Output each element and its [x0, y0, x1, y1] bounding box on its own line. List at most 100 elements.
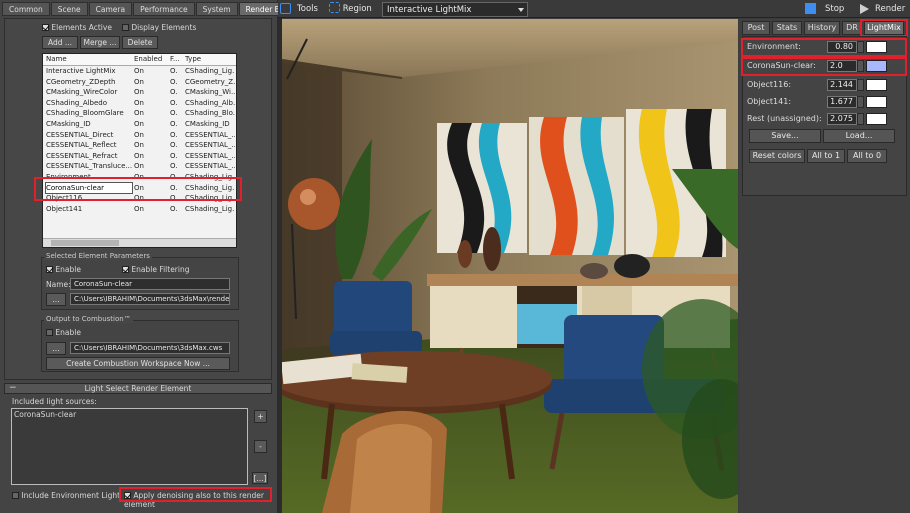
column-header-type[interactable]: Type: [185, 54, 201, 65]
light-select-rollout-header[interactable]: − Light Select Render Element: [4, 383, 272, 394]
cell-filter: O.: [170, 172, 178, 181]
enable-filtering-row[interactable]: Enable Filtering: [122, 265, 190, 274]
tab-history[interactable]: History: [804, 21, 840, 35]
color-swatch-object116[interactable]: [866, 79, 887, 91]
light-intensity-object116[interactable]: 2.144: [827, 79, 857, 91]
tab-performance[interactable]: Performance: [133, 2, 195, 16]
cell-name: CShading_Albedo: [46, 98, 108, 107]
table-row[interactable]: CESSENTIAL_Direct On O. CESSENTIAL_...: [43, 130, 236, 141]
list-rows: Interactive LightMix On O. CShading_Lig... C…: [43, 66, 236, 214]
element-name-input[interactable]: CoronaSun-clear: [70, 278, 230, 290]
cell-name: Environment: [46, 172, 91, 181]
column-header-name[interactable]: Name: [46, 54, 67, 65]
light-intensity-rest[interactable]: 2.075: [827, 113, 857, 125]
add-button[interactable]: Add ...: [42, 36, 78, 49]
tab-system[interactable]: System: [195, 2, 238, 16]
tab-common[interactable]: Common: [2, 2, 50, 16]
tab-post[interactable]: Post: [742, 21, 770, 35]
light-intensity-environment[interactable]: 0.80: [827, 41, 857, 53]
table-row[interactable]: CGeometry_ZDepth On O. CGeometry_Z...: [43, 77, 236, 88]
light-intensity-object141[interactable]: 1.677: [827, 96, 857, 108]
tools-button[interactable]: Tools: [297, 2, 318, 16]
output-path-input[interactable]: C:\Users\IBRAHIM\Documents\3dsMax\render…: [70, 293, 230, 305]
table-row[interactable]: CShading_BloomGlare On O. CShading_Blo...: [43, 108, 236, 119]
color-swatch-environment[interactable]: [866, 41, 887, 53]
color-swatch-coronasun[interactable]: [866, 60, 887, 72]
tab-camera[interactable]: Camera: [88, 2, 133, 16]
render-mode-select[interactable]: Interactive LightMix: [382, 2, 528, 17]
included-sources-list[interactable]: CoronaSun-clear: [11, 408, 248, 485]
save-lightmix-button[interactable]: Save...: [749, 129, 821, 143]
table-row[interactable]: CESSENTIAL_Reflect On O. CESSENTIAL_...: [43, 140, 236, 151]
display-elements-row[interactable]: Display Elements: [122, 23, 196, 32]
browse-combustion-button[interactable]: ...: [46, 342, 66, 355]
all-to-1-button[interactable]: All to 1: [807, 149, 845, 163]
table-row[interactable]: CoronaSun-clear On O. CShading_Lig...: [43, 181, 236, 195]
apply-denoise-row[interactable]: Apply denoising also to this render elem…: [124, 491, 277, 509]
enable-checkbox[interactable]: [46, 266, 53, 273]
pick-lights-button[interactable]: [...]: [252, 472, 268, 484]
combustion-enable-row[interactable]: Enable: [46, 328, 81, 337]
tab-lightmix[interactable]: LightMix: [864, 21, 904, 35]
enable-row[interactable]: Enable: [46, 265, 81, 274]
elements-active-row[interactable]: Elements Active: [42, 23, 112, 32]
browse-output-button[interactable]: ...: [46, 293, 66, 306]
merge-button[interactable]: Merge ...: [80, 36, 120, 49]
spinner-environment[interactable]: [857, 41, 864, 53]
tab-stats[interactable]: Stats: [772, 21, 802, 35]
column-header-filter[interactable]: F...: [170, 54, 180, 65]
combustion-enable-checkbox[interactable]: [46, 329, 53, 336]
enable-filtering-checkbox[interactable]: [122, 266, 129, 273]
elements-active-checkbox[interactable]: [42, 24, 49, 31]
spinner-coronasun[interactable]: [857, 60, 864, 72]
light-label-coronasun: CoronaSun-clear:: [747, 61, 816, 70]
add-light-button[interactable]: +: [254, 410, 267, 423]
color-swatch-object141[interactable]: [866, 96, 887, 108]
display-elements-checkbox[interactable]: [122, 24, 129, 31]
column-header-enabled[interactable]: Enabled: [134, 54, 162, 65]
include-env-row[interactable]: Include Environment Light: [12, 491, 120, 500]
table-row[interactable]: Interactive LightMix On O. CShading_Lig...: [43, 66, 236, 77]
scrollbar-thumb[interactable]: [51, 240, 119, 246]
table-row[interactable]: CShading_Albedo On O. CShading_Alb...: [43, 98, 236, 109]
stop-icon[interactable]: [805, 3, 816, 14]
delete-button[interactable]: Delete: [122, 36, 158, 49]
render-play-icon[interactable]: [860, 4, 869, 14]
include-env-checkbox[interactable]: [12, 492, 19, 499]
spinner-object116[interactable]: [857, 79, 864, 91]
cell-enabled: On: [134, 88, 144, 97]
cell-enabled: On: [134, 172, 144, 181]
table-row[interactable]: CMasking_ID On O. CMasking_ID: [43, 119, 236, 130]
tab-scene[interactable]: Scene: [50, 2, 88, 16]
table-row[interactable]: Object116 On O. CShading_Lig...: [43, 193, 236, 204]
spinner-rest[interactable]: [857, 113, 864, 125]
light-intensity-coronasun[interactable]: 2.0: [827, 60, 857, 72]
table-row[interactable]: Object141 On O. CShading_Lig...: [43, 204, 236, 215]
cell-enabled: On: [134, 162, 144, 171]
table-row[interactable]: CMasking_WireColor On O. CMasking_Wi...: [43, 87, 236, 98]
toolbar-toggle-icon[interactable]: [280, 3, 291, 14]
table-row[interactable]: CESSENTIAL_Transluce... On O. CESSENTIAL_..…: [43, 161, 236, 172]
remove-light-button[interactable]: -: [254, 440, 267, 453]
load-lightmix-button[interactable]: Load...: [823, 129, 895, 143]
tab-dr[interactable]: DR: [842, 21, 862, 35]
enable-filtering-label: Enable Filtering: [131, 265, 190, 274]
cell-type: CMasking_ID: [185, 119, 230, 128]
reset-colors-button[interactable]: Reset colors: [749, 149, 805, 163]
region-button[interactable]: Region: [329, 2, 372, 16]
list-horizontal-scrollbar[interactable]: [43, 238, 236, 247]
cell-name: Interactive LightMix: [46, 67, 116, 75]
color-swatch-rest[interactable]: [866, 113, 887, 125]
render-viewport[interactable]: [282, 19, 738, 513]
table-row[interactable]: CESSENTIAL_Refract On O. CESSENTIAL_...: [43, 151, 236, 162]
all-to-0-button[interactable]: All to 0: [847, 149, 887, 163]
spinner-object141[interactable]: [857, 96, 864, 108]
create-workspace-button[interactable]: Create Combustion Workspace Now ...: [46, 357, 230, 370]
combustion-path-input[interactable]: C:\Users\IBRAHIM\Documents\3dsMax.cws: [70, 342, 230, 354]
apply-denoise-checkbox[interactable]: [124, 492, 131, 499]
table-row[interactable]: Environment On O. CShading_Lig...: [43, 172, 236, 183]
list-item[interactable]: CoronaSun-clear: [12, 409, 247, 420]
stop-button[interactable]: Stop: [825, 2, 844, 16]
render-setup-tabs: Common Scene Camera Performance System R…: [2, 2, 317, 16]
render-button[interactable]: Render: [875, 2, 905, 16]
